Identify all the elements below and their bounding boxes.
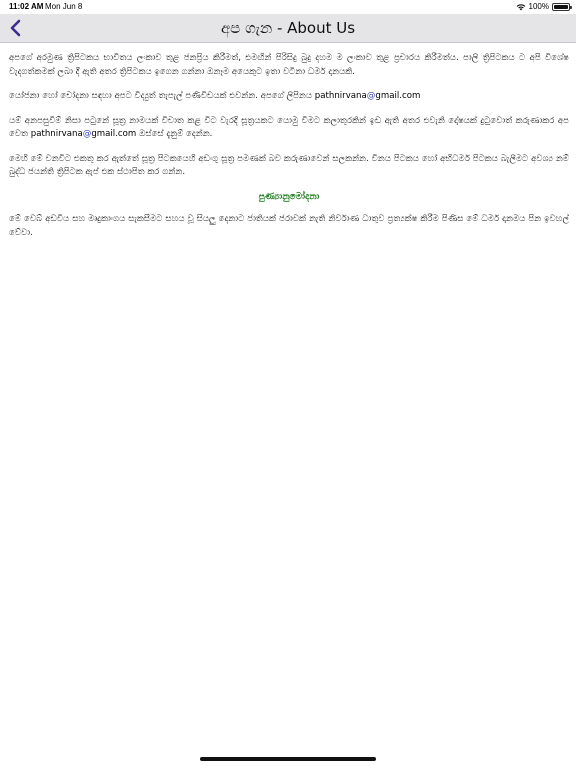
about-paragraph-purpose: අපගේ අරමුණ ත්‍රිපිටකය භාවිතය ලංකාව තුළ ජ… xyxy=(9,53,569,77)
about-paragraph-merit: මේ වෙබ් අඩවිය සහ මෘදුකාංගය සැකසීමට සහය ව… xyxy=(9,214,569,238)
status-time: 11:02 AM xyxy=(9,2,44,11)
battery-icon xyxy=(552,2,572,11)
back-button[interactable] xyxy=(4,16,26,40)
about-paragraph-scope: මෙහි මේ වනවිට එකතු කර ඇත්තේ සූත්‍ර පිටකය… xyxy=(9,153,569,178)
chevron-left-icon xyxy=(10,19,21,37)
about-paragraph-errors: යම් අනපසුවීම් නිසා පටුනේ සූත්‍ර නාමයක් ව… xyxy=(9,115,569,142)
status-indicators: 100% xyxy=(516,2,572,11)
email-link[interactable]: pathnirvana@gmail.com xyxy=(315,91,421,101)
contact-text: යෝජනා හෝ චෝදනා සඳහා අපට විද්‍යුත් තැපැල්… xyxy=(9,91,315,101)
blessing-heading: පුණ්‍යානුමෝදනා xyxy=(258,191,320,202)
home-indicator[interactable] xyxy=(200,757,376,761)
battery-percent: 100% xyxy=(528,2,549,11)
navigation-bar: අප ගැන - About Us xyxy=(0,14,576,43)
wifi-icon xyxy=(516,3,525,10)
email-link-2[interactable]: pathnirvana@gmail.com xyxy=(31,129,137,139)
status-bar: 11:02 AM Mon Jun 8 100% xyxy=(0,0,576,14)
status-date: Mon Jun 8 xyxy=(45,2,83,11)
about-content: අපගේ අරමුණ ත්‍රිපිටකය භාවිතය ලංකාව තුළ ජ… xyxy=(9,52,569,251)
errors-text-b: ඔස්සේ දැනුම් දෙන්න. xyxy=(136,129,213,139)
page-title: අප ගැන - About Us xyxy=(220,19,356,37)
about-paragraph-contact: යෝජනා හෝ චෝදනා සඳහා අපට විද්‍යුත් තැපැල්… xyxy=(9,90,569,104)
